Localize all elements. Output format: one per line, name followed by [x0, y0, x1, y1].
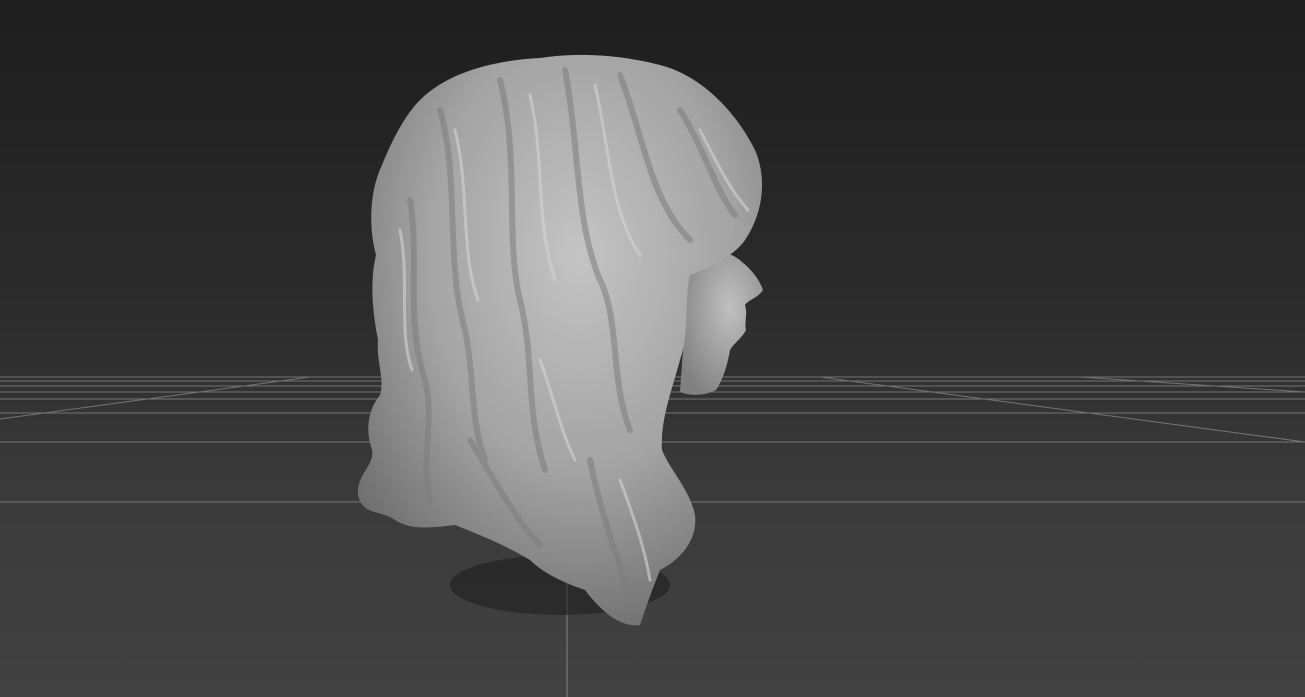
head-model[interactable] — [357, 54, 763, 626]
viewport-canvas[interactable] — [0, 0, 1305, 697]
3d-viewport[interactable] — [0, 0, 1305, 697]
grid-line — [1079, 376, 1305, 393]
